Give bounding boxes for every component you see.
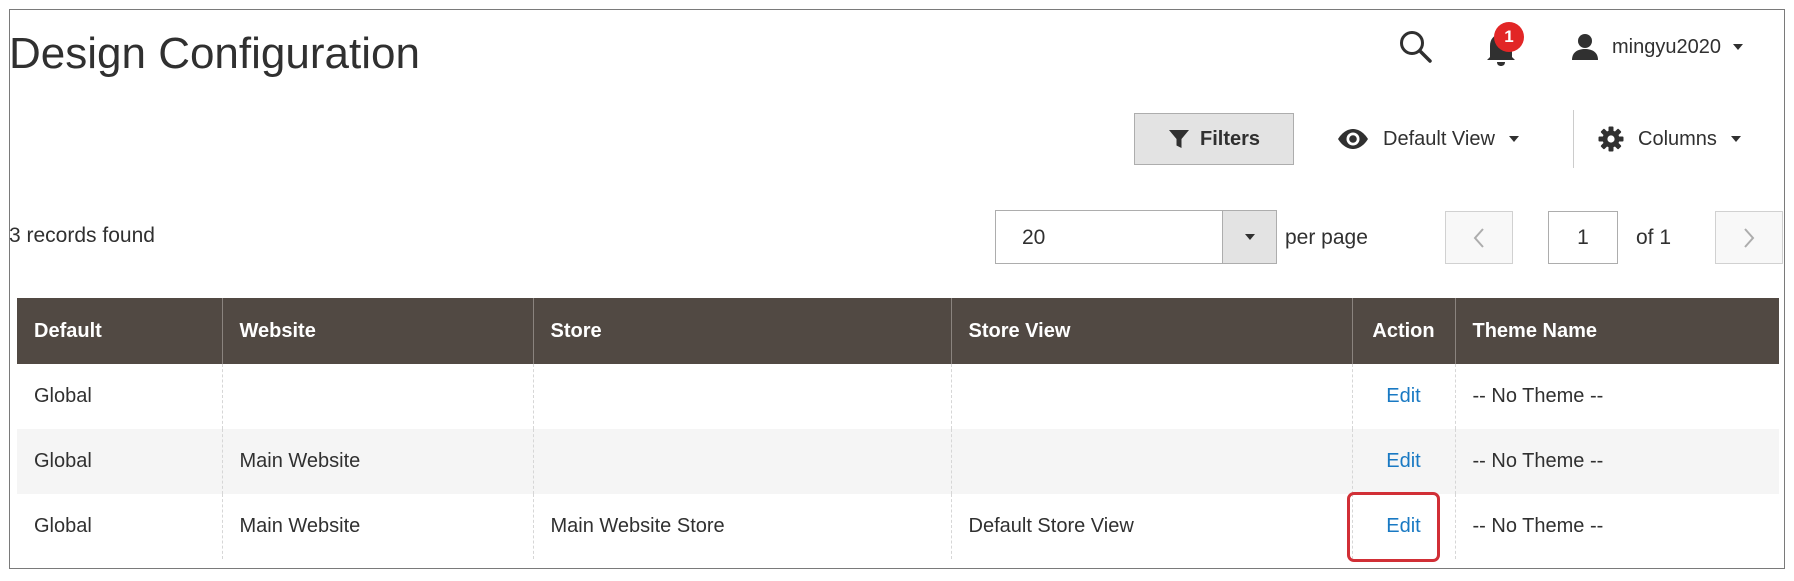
- filters-label: Filters: [1199, 127, 1261, 150]
- columns-selector[interactable]: Columns: [1598, 119, 1741, 159]
- table-row: Global Edit -- No Theme --: [17, 364, 1779, 429]
- column-header-store[interactable]: Store: [533, 298, 952, 364]
- cell-default: Global: [17, 494, 223, 559]
- grid-header-row: Default Website Store Store View Action …: [17, 298, 1779, 364]
- cell-theme-name: -- No Theme --: [1472, 385, 1604, 407]
- cell-store: Main Website Store: [533, 494, 952, 559]
- column-header-default[interactable]: Default: [17, 298, 223, 364]
- per-page-toggle[interactable]: [1222, 211, 1276, 263]
- cell-action: Edit: [1352, 429, 1456, 494]
- design-config-grid: Default Website Store Store View Action …: [17, 298, 1779, 559]
- filters-button[interactable]: Filters: [1134, 113, 1294, 165]
- column-header-website[interactable]: Website: [222, 298, 534, 364]
- toolbar-divider: [1573, 110, 1574, 168]
- table-row: Global Main Website Edit -- No Theme --: [17, 429, 1779, 494]
- total-pages-label: of 1: [1636, 226, 1672, 249]
- edit-link[interactable]: Edit: [1386, 385, 1420, 407]
- notification-count-badge: 1: [1494, 22, 1524, 52]
- cell-default: Global: [17, 429, 223, 494]
- eye-icon: [1338, 129, 1368, 149]
- cell-website: Main Website: [222, 494, 534, 559]
- column-header-theme-name[interactable]: Theme Name: [1455, 298, 1779, 364]
- page-title: Design Configuration: [9, 29, 420, 78]
- table-row: Global Main Website Main Website Store D…: [17, 494, 1779, 559]
- columns-label: Columns: [1638, 127, 1717, 150]
- next-page-button[interactable]: [1715, 211, 1783, 264]
- per-page-label: per page: [1285, 226, 1368, 249]
- search-icon[interactable]: [1396, 27, 1436, 67]
- column-header-action: Action: [1352, 298, 1456, 364]
- column-header-store-view[interactable]: Store View: [951, 298, 1353, 364]
- page-number-input[interactable]: 1: [1548, 211, 1618, 264]
- username: mingyu2020: [1612, 35, 1721, 58]
- chevron-left-icon: [1473, 227, 1484, 248]
- chevron-right-icon: [1744, 227, 1755, 248]
- cell-theme-name: -- No Theme --: [1455, 429, 1779, 494]
- gear-icon: [1598, 126, 1624, 152]
- cell-store-view: Default Store View: [951, 494, 1353, 559]
- cell-store: [533, 429, 952, 494]
- cell-store-view: [951, 429, 1353, 494]
- cell-store-view: [951, 364, 1353, 429]
- view-selector[interactable]: Default View: [1337, 119, 1519, 159]
- previous-page-button[interactable]: [1445, 211, 1513, 264]
- cell-website: Main Website: [222, 429, 534, 494]
- chevron-down-icon: [1244, 234, 1255, 240]
- records-count: 3 records found: [9, 224, 155, 247]
- per-page-value: 20: [1022, 226, 1046, 249]
- cell-website: [222, 364, 534, 429]
- edit-link[interactable]: Edit: [1386, 450, 1420, 472]
- user-menu[interactable]: mingyu2020: [1570, 27, 1743, 67]
- chevron-down-icon: [1730, 136, 1741, 142]
- funnel-icon: [1168, 130, 1189, 148]
- cell-action: Edit: [1352, 364, 1456, 429]
- cell-default: Global: [17, 364, 223, 429]
- cell-theme-name: -- No Theme --: [1472, 515, 1604, 537]
- chevron-down-icon: [1732, 44, 1743, 50]
- chevron-down-icon: [1508, 136, 1519, 142]
- view-label: Default View: [1383, 127, 1495, 150]
- highlight-annotation: [1347, 492, 1440, 562]
- per-page-select[interactable]: 20: [995, 210, 1277, 264]
- cell-store: [533, 364, 952, 429]
- user-icon: [1572, 34, 1598, 60]
